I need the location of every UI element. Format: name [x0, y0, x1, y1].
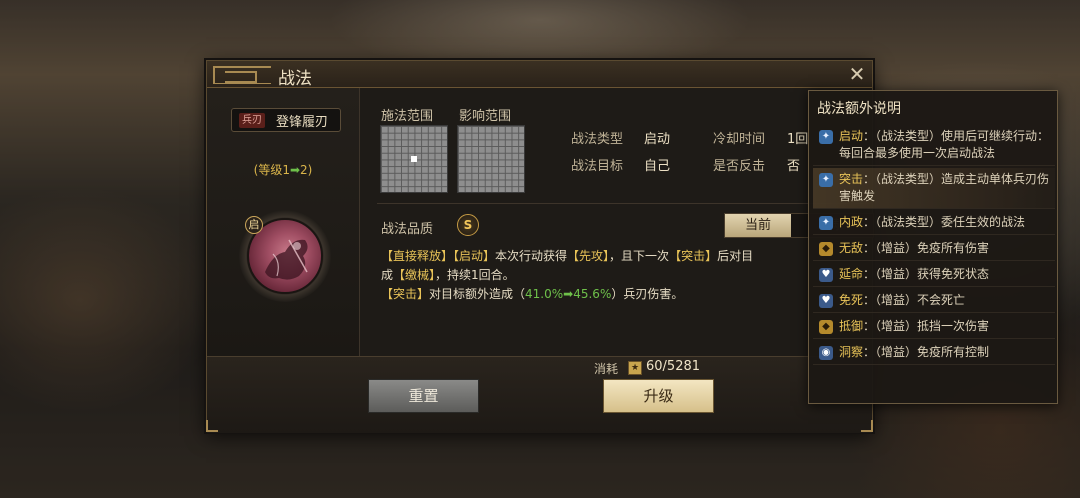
- title-ornament-icon: [213, 66, 271, 84]
- corner-ornament-icon: [861, 420, 873, 432]
- tooltip-item-name: 抵御: [839, 319, 864, 333]
- quality-grade-badge: S: [457, 214, 479, 236]
- tooltip-item-insight: ◉ 洞察：（增益）免疫所有控制: [813, 341, 1055, 365]
- skill-target-label: 战法目标: [571, 159, 624, 174]
- section-divider: [377, 203, 872, 204]
- skill-trigger-badge: 启: [245, 216, 263, 234]
- action-bar: 消耗 ★ 60/5281 重置 升级: [207, 356, 872, 433]
- snowflake-icon: ✦: [819, 173, 833, 187]
- tooltip-item-text: ：（战法类型）造成主动单体兵刃伤害触发: [839, 172, 1050, 203]
- dialog-titlebar: 战法 ✕: [207, 61, 872, 89]
- counter-value: 否: [787, 159, 801, 174]
- tooltip-item-text: ：（增益）免疫所有控制: [863, 345, 990, 359]
- heart-icon: ♥: [819, 268, 833, 282]
- cast-range-label: 施法范围: [381, 109, 434, 124]
- kw-direct-start[interactable]: 【直接释放】【启动】: [381, 249, 495, 263]
- desc-text: ，持续1回合。: [435, 268, 515, 282]
- cost-label: 消耗: [594, 362, 619, 376]
- damage-pct-next: 45.6%: [573, 287, 612, 301]
- tooltip-item-assault: ✦ 突击：（战法类型）造成主动单体兵刃伤害触发: [813, 168, 1055, 209]
- description-line-1: 【直接释放】【启动】本次行动获得【先攻】，且下一次【突击】后对目: [381, 247, 849, 266]
- skill-target-value: 自己: [644, 159, 671, 174]
- desc-text: 后对目: [717, 249, 754, 263]
- level-from: (等级1: [253, 163, 290, 177]
- tooltip-item-text: ：（增益）不会死亡: [863, 293, 966, 307]
- tooltip-item-resist: ◆ 抵御：（增益）抵挡一次伤害: [813, 315, 1055, 339]
- skill-summary-pane: 兵刃 登锋履刃 (等级1➡2) 启: [207, 88, 360, 356]
- tooltip-item-text: ：（战法类型）使用后可继续行动：每回合最多使用一次启动战法: [839, 129, 1050, 160]
- warrior-silhouette-icon: [265, 239, 308, 280]
- cooldown-value: 1回: [787, 132, 809, 147]
- cooldown-label: 冷却时间: [713, 132, 766, 147]
- tooltip-item-name: 延命: [839, 267, 864, 281]
- kw-assault[interactable]: 【突击】: [381, 287, 429, 301]
- skill-tag: 兵刃 登锋履刃: [231, 108, 341, 132]
- corner-ornament-icon: [206, 420, 218, 432]
- tooltip-item-name: 内政: [839, 215, 864, 229]
- skill-dialog: 战法 ✕ 兵刃 登锋履刃 (等级1➡2) 启 施法范围 影响范围 战法类型 启动…: [206, 60, 874, 433]
- tab-current[interactable]: 当前: [725, 214, 791, 237]
- tooltip-item-name: 突击: [839, 172, 864, 186]
- heart-icon: ♥: [819, 294, 833, 308]
- tooltip-item-name: 洞察: [839, 345, 864, 359]
- tooltip-item-text: ：（战法类型）委任生效的战法: [863, 215, 1026, 229]
- tooltip-item-name: 免死: [839, 293, 864, 307]
- snowflake-icon: ✦: [819, 130, 833, 144]
- skill-extra-info-tooltip: 战法额外说明 ✦ 启动：（战法类型）使用后可继续行动：每回合最多使用一次启动战法…: [808, 90, 1058, 404]
- kw-assault[interactable]: 【突击】: [669, 249, 717, 263]
- tooltip-item-invincible: ◆ 无敌：（增益）免疫所有伤害: [813, 237, 1055, 261]
- desc-text: ）兵刃伤害。: [611, 287, 684, 301]
- close-button[interactable]: ✕: [846, 64, 868, 86]
- skill-level-line: (等级1➡2): [207, 161, 359, 178]
- skill-type-chip: 兵刃: [239, 113, 265, 128]
- shield-icon: ◆: [819, 242, 833, 256]
- tooltip-item-text: ：（增益）获得免死状态: [863, 267, 990, 281]
- tooltip-list: ✦ 启动：（战法类型）使用后可继续行动：每回合最多使用一次启动战法 ✦ 突击：（…: [813, 125, 1055, 367]
- dialog-title: 战法: [278, 69, 312, 89]
- tooltip-item-text: ：（增益）抵挡一次伤害: [863, 319, 990, 333]
- tooltip-item-name: 无敌: [839, 241, 864, 255]
- tooltip-item-text: ：（增益）免疫所有伤害: [863, 241, 990, 255]
- shield-icon: ◆: [819, 320, 833, 334]
- effect-range-grid: [457, 125, 525, 193]
- desc-text: ，且下一次: [609, 249, 670, 263]
- level-arrow-icon: ➡: [289, 163, 301, 177]
- tooltip-item-immortal: ♥ 免死：（增益）不会死亡: [813, 289, 1055, 313]
- cast-range-center-cell: [411, 156, 417, 162]
- desc-text: 对目标额外造成（: [429, 287, 526, 301]
- tooltip-item-extend-life: ♥ 延命：（增益）获得免死状态: [813, 263, 1055, 287]
- tooltip-item-start: ✦ 启动：（战法类型）使用后可继续行动：每回合最多使用一次启动战法: [813, 125, 1055, 166]
- skill-name: 登锋履刃: [276, 115, 329, 130]
- skill-type-value: 启动: [644, 132, 671, 147]
- kw-disarm[interactable]: 【缴械】: [393, 268, 435, 282]
- counter-label: 是否反击: [713, 159, 766, 174]
- cost-value: 60/5281: [646, 359, 701, 374]
- description-line-2: 成【缴械】，持续1回合。: [381, 266, 849, 285]
- snowflake-icon: ✦: [819, 216, 833, 230]
- upgrade-button[interactable]: 升级: [603, 379, 714, 413]
- tooltip-item-internal: ✦ 内政：（战法类型）委任生效的战法: [813, 211, 1055, 235]
- description-line-3: 【突击】对目标额外造成（41.0%➡45.6%）兵刃伤害。: [381, 285, 849, 304]
- reset-button[interactable]: 重置: [368, 379, 479, 413]
- damage-arrow-icon: ➡: [563, 287, 574, 301]
- quality-label: 战法品质: [381, 222, 434, 237]
- kw-first-strike[interactable]: 【先攻】: [567, 249, 609, 263]
- desc-text: 本次行动获得: [495, 249, 568, 263]
- tooltip-item-name: 启动: [839, 129, 864, 143]
- level-to: 2): [300, 163, 313, 177]
- eye-icon: ◉: [819, 346, 833, 360]
- skill-description: 【直接释放】【启动】本次行动获得【先攻】，且下一次【突击】后对目 成【缴械】，持…: [381, 247, 849, 304]
- effect-range-label: 影响范围: [459, 109, 512, 124]
- cast-range-grid: [380, 125, 448, 193]
- damage-pct-current: 41.0%: [525, 287, 564, 301]
- skill-type-label: 战法类型: [571, 132, 624, 147]
- resource-icon: ★: [628, 361, 642, 375]
- tooltip-title: 战法额外说明: [817, 101, 901, 117]
- desc-text: 成: [381, 268, 394, 282]
